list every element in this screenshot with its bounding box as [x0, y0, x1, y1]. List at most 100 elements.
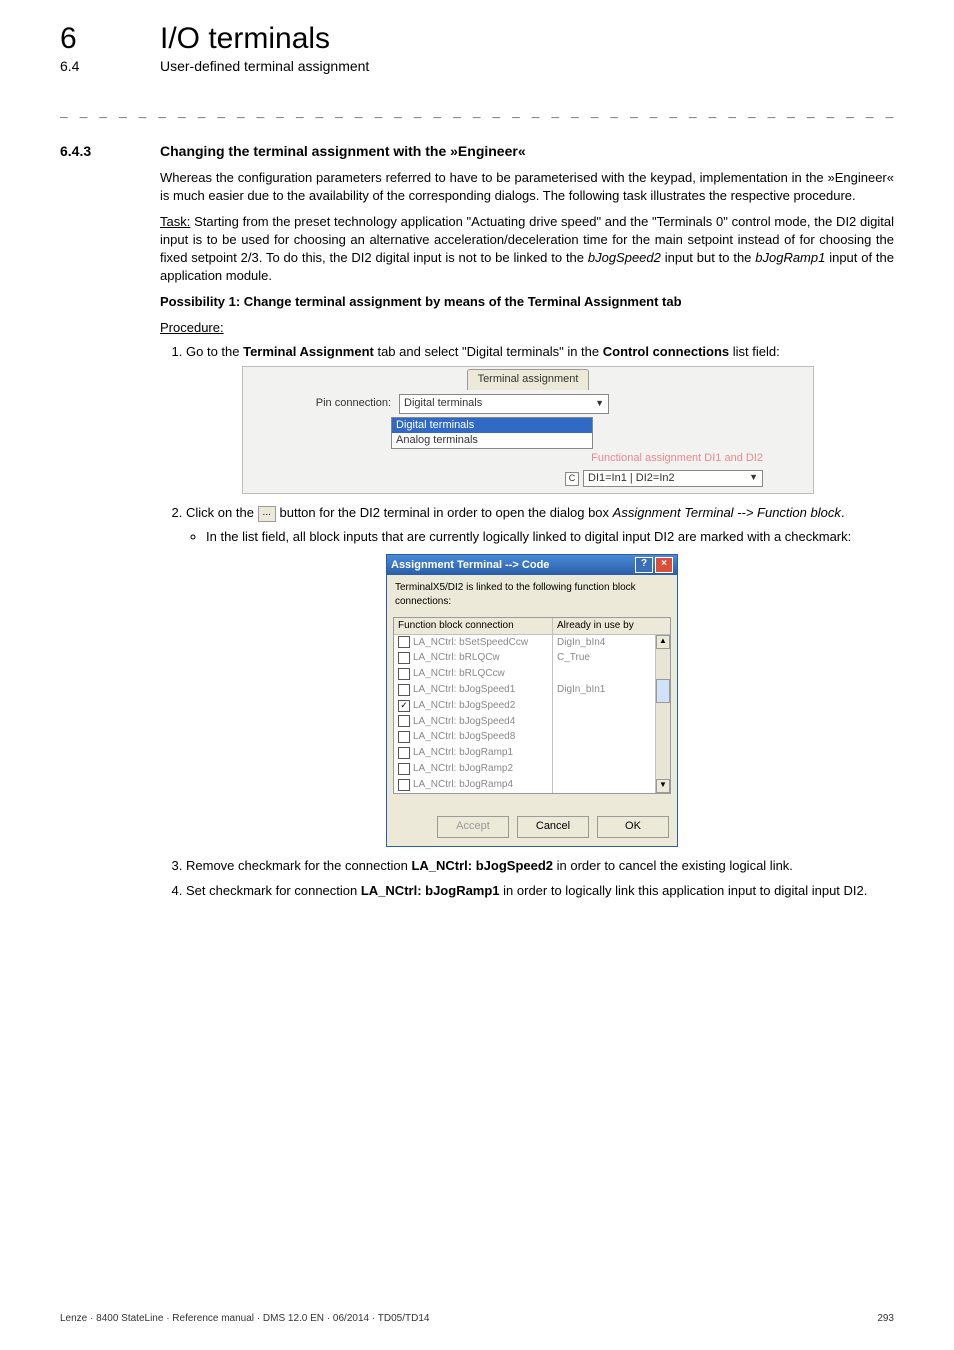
tab-terminal-assignment[interactable]: Terminal assignment: [467, 369, 590, 389]
row-used-by: [553, 745, 655, 761]
list-item[interactable]: LA_NCtrl: bSetSpeedCcw DigIn_bIn4: [394, 635, 655, 651]
list-item[interactable]: LA_NCtrl: bJogSpeed1 DigIn_bIn1: [394, 682, 655, 698]
ok-button[interactable]: OK: [597, 816, 669, 838]
row-used-by: [553, 714, 655, 730]
step2-dialog-name: Assignment Terminal --> Function block: [613, 505, 841, 520]
step1-d: Control connections: [603, 344, 729, 359]
pin-connection-label: Pin connection:: [251, 396, 391, 411]
row-label: LA_NCtrl: bJogSpeed4: [413, 715, 515, 729]
list-item[interactable]: LA_NCtrl: bJogSpeed8: [394, 729, 655, 745]
row-used-by: DigIn_bIn4: [553, 635, 655, 651]
checkbox-icon[interactable]: ✓: [398, 700, 410, 712]
checkbox-icon[interactable]: [398, 779, 410, 791]
checkbox-icon[interactable]: [398, 652, 410, 664]
intro-paragraph: Whereas the configuration parameters ref…: [160, 169, 894, 205]
help-button[interactable]: ?: [635, 557, 653, 573]
connection-list: Function block connection Already in use…: [393, 617, 671, 794]
task-italic-2: bJogRamp1: [755, 250, 825, 265]
list-item[interactable]: LA_NCtrl: bRLQCcw: [394, 666, 655, 682]
subsection-title: Changing the terminal assignment with th…: [160, 143, 526, 159]
row-used-by: [553, 729, 655, 745]
close-button[interactable]: ×: [655, 557, 673, 573]
step3-b: LA_NCtrl: bJogSpeed2: [411, 858, 553, 873]
col-function-block[interactable]: Function block connection: [394, 618, 553, 634]
row-label: LA_NCtrl: bJogRamp2: [413, 762, 513, 776]
footer-left: Lenze · 8400 StateLine · Reference manua…: [60, 1313, 429, 1324]
task-paragraph: Task: Starting from the preset technolog…: [160, 213, 894, 285]
list-item[interactable]: ✓LA_NCtrl: bJogSpeed2: [394, 698, 655, 714]
screenshot-terminal-tab: Terminal assignment Pin connection: Digi…: [242, 366, 814, 494]
step2-bullet: In the list field, all block inputs that…: [206, 528, 894, 546]
step-4: Set checkmark for connection LA_NCtrl: b…: [186, 882, 894, 900]
step4-a: Set checkmark for connection: [186, 883, 361, 898]
step2-b: button for the DI2 terminal in order to …: [276, 505, 613, 520]
scroll-down-icon[interactable]: ▼: [656, 779, 670, 793]
checkbox-icon[interactable]: [398, 684, 410, 696]
row-used-by: [553, 761, 655, 777]
task-mid: input but to the: [661, 250, 755, 265]
option-digital-terminals[interactable]: Digital terminals: [392, 418, 592, 433]
checkbox-icon[interactable]: [398, 763, 410, 775]
pin-connection-options[interactable]: Digital terminals Analog terminals: [391, 417, 593, 449]
section-number: 6.4: [60, 58, 160, 74]
step2-dot: .: [841, 505, 845, 520]
divider-rule: _ _ _ _ _ _ _ _ _ _ _ _ _ _ _ _ _ _ _ _ …: [60, 104, 894, 119]
ellipsis-button[interactable]: ...: [258, 506, 276, 522]
step1-b: Terminal Assignment: [243, 344, 374, 359]
dropdown-selected: Digital terminals: [404, 396, 482, 411]
c-button[interactable]: C: [565, 472, 579, 486]
step3-c: in order to cancel the existing logical …: [553, 858, 793, 873]
row-label: LA_NCtrl: bJogSpeed2: [413, 699, 515, 713]
row-label: LA_NCtrl: bSetSpeedCcw: [413, 636, 528, 650]
row-used-by: [553, 698, 655, 714]
row-label: LA_NCtrl: bRLQCw: [413, 651, 500, 665]
step-3: Remove checkmark for the connection LA_N…: [186, 857, 894, 875]
page-number: 293: [877, 1313, 894, 1324]
list-item[interactable]: LA_NCtrl: bJogRamp4: [394, 777, 655, 793]
row-label: LA_NCtrl: bRLQCcw: [413, 667, 505, 681]
list-item[interactable]: LA_NCtrl: bJogSpeed4: [394, 714, 655, 730]
dialog-description: TerminalX5/DI2 is linked to the followin…: [387, 575, 677, 615]
row-label: LA_NCtrl: bJogRamp1: [413, 746, 513, 760]
connection-rows: LA_NCtrl: bSetSpeedCcwDigIn_bIn4LA_NCtrl…: [394, 635, 655, 793]
step-1: Go to the Terminal Assignment tab and se…: [186, 343, 894, 495]
cancel-button[interactable]: Cancel: [517, 816, 589, 838]
option-analog-terminals[interactable]: Analog terminals: [392, 433, 592, 448]
step2-a: Click on the: [186, 505, 258, 520]
scrollbar[interactable]: ▲ ▼: [655, 635, 670, 793]
list-item[interactable]: LA_NCtrl: bJogRamp1: [394, 745, 655, 761]
row-label: LA_NCtrl: bJogRamp4: [413, 778, 513, 792]
row-used-by: [553, 666, 655, 682]
list-item[interactable]: LA_NCtrl: bRLQCw C_True: [394, 650, 655, 666]
step-2: Click on the ... button for the DI2 term…: [186, 504, 894, 846]
row-label: LA_NCtrl: bJogSpeed1: [413, 683, 515, 697]
row-used-by: C_True: [553, 650, 655, 666]
accept-button[interactable]: Accept: [437, 816, 509, 838]
step1-a: Go to the: [186, 344, 243, 359]
chapter-number: 6: [60, 22, 160, 56]
row-used-by: DigIn_bIn1: [553, 682, 655, 698]
checkbox-icon[interactable]: [398, 636, 410, 648]
section-title: User-defined terminal assignment: [160, 58, 369, 74]
scroll-up-icon[interactable]: ▲: [656, 635, 670, 649]
fa-value: DI1=In1 | DI2=In2: [588, 471, 675, 486]
chapter-title: I/O terminals: [160, 22, 330, 56]
chevron-down-icon: ▼: [595, 397, 604, 409]
step1-c: tab and select "Digital terminals" in th…: [374, 344, 603, 359]
pin-connection-dropdown[interactable]: Digital terminals ▼: [399, 394, 609, 414]
task-label: Task:: [160, 214, 190, 229]
checkbox-icon[interactable]: [398, 731, 410, 743]
list-item[interactable]: LA_NCtrl: bJogRamp2: [394, 761, 655, 777]
col-already-in-use[interactable]: Already in use by: [553, 618, 670, 634]
functional-assignment-select[interactable]: DI1=In1 | DI2=In2 ▼: [583, 470, 763, 487]
procedure-label: Procedure:: [160, 319, 894, 337]
row-label: LA_NCtrl: bJogSpeed8: [413, 730, 515, 744]
dialog-title: Assignment Terminal --> Code: [391, 558, 549, 573]
step4-c: in order to logically link this applicat…: [500, 883, 868, 898]
checkbox-icon[interactable]: [398, 747, 410, 759]
scroll-thumb[interactable]: [656, 679, 670, 703]
possibility-heading: Possibility 1: Change terminal assignmen…: [160, 293, 894, 311]
checkbox-icon[interactable]: [398, 715, 410, 727]
screenshot-assignment-dialog: Assignment Terminal --> Code ? × Termina…: [386, 554, 678, 846]
checkbox-icon[interactable]: [398, 668, 410, 680]
